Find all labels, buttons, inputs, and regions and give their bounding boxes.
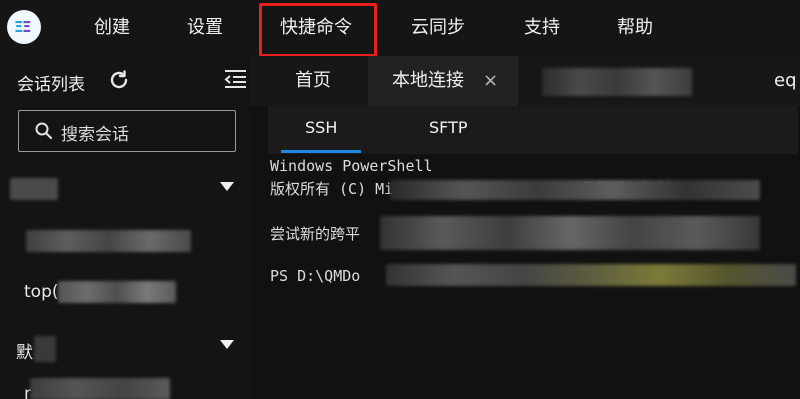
menu-settings[interactable]: 设置 bbox=[187, 15, 223, 41]
search-placeholder: 搜索会话 bbox=[61, 125, 129, 145]
redacted-session-name bbox=[30, 378, 170, 399]
session-sidebar: 会话列表 搜索会话 top( 默 r bbox=[0, 56, 250, 399]
menu-support[interactable]: 支持 bbox=[524, 15, 560, 41]
collapse-sidebar-icon[interactable] bbox=[223, 69, 247, 89]
menu-help[interactable]: 帮助 bbox=[617, 15, 653, 41]
chevron-down-icon[interactable] bbox=[220, 182, 234, 191]
redacted-text bbox=[390, 180, 760, 200]
protocol-tabs: SSH SFTP bbox=[268, 106, 798, 154]
tab-bar: 首页 本地连接 × eq bbox=[250, 56, 800, 106]
session-search-input[interactable]: 搜索会话 bbox=[18, 110, 236, 152]
redacted-text bbox=[386, 264, 796, 286]
app-logo: ΞΞ bbox=[7, 10, 41, 44]
tab-ssh[interactable]: SSH bbox=[305, 118, 337, 137]
menu-cloud-sync[interactable]: 云同步 bbox=[411, 15, 465, 41]
redacted-tab[interactable] bbox=[542, 68, 692, 96]
tab-partial[interactable]: eq bbox=[774, 56, 797, 106]
refresh-icon[interactable] bbox=[107, 68, 131, 92]
redacted-group-name bbox=[10, 178, 58, 200]
session-list-title: 会话列表 bbox=[17, 75, 85, 95]
session-label: top( bbox=[24, 282, 59, 302]
menu-create[interactable]: 创建 bbox=[94, 15, 130, 41]
terminal-line: PS D:\QMDo bbox=[270, 267, 361, 285]
redacted-text bbox=[380, 216, 760, 250]
close-icon[interactable]: × bbox=[483, 56, 498, 106]
active-tab-indicator bbox=[281, 150, 361, 153]
redacted-group-name bbox=[34, 336, 56, 362]
group-label: 默 bbox=[16, 343, 33, 363]
session-group[interactable] bbox=[0, 174, 250, 200]
terminal-line: Windows PowerShell bbox=[270, 157, 433, 175]
tab-local-connection-label[interactable]: 本地连接 bbox=[392, 56, 464, 106]
redacted-session-name bbox=[58, 281, 176, 303]
main-panel: 首页 本地连接 × eq SSH SFTP Windows PowerShell… bbox=[250, 56, 800, 399]
terminal-line: 尝试新的跨平 bbox=[270, 225, 361, 243]
highlight-annotation bbox=[259, 3, 377, 57]
search-icon bbox=[35, 122, 53, 140]
redacted-session[interactable] bbox=[26, 230, 191, 252]
menu-bar: ΞΞ 创建 设置 快捷命令 云同步 支持 帮助 bbox=[0, 0, 800, 57]
tab-home[interactable]: 首页 bbox=[295, 56, 331, 106]
chevron-down-icon[interactable] bbox=[220, 340, 234, 349]
tab-sftp[interactable]: SFTP bbox=[429, 118, 468, 137]
session-group[interactable]: 默 bbox=[0, 334, 250, 363]
